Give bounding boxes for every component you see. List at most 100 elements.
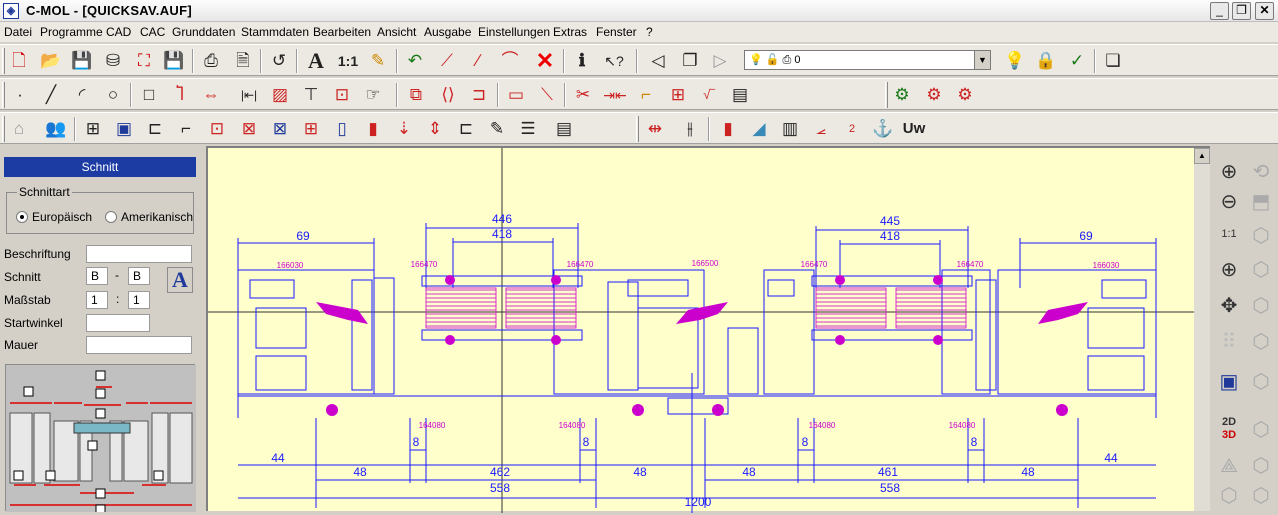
- fillet-icon[interactable]: ⌐: [634, 83, 658, 107]
- windows-cascade-icon[interactable]: ❏: [1101, 49, 1125, 73]
- menu-fenster[interactable]: Fenster: [596, 25, 637, 39]
- people-icon[interactable]: 👥: [44, 117, 68, 141]
- cube-3d-icon[interactable]: ⬡: [1215, 482, 1243, 510]
- cube-view-4-icon[interactable]: ⬡: [1247, 328, 1275, 356]
- table-icon[interactable]: ▤: [552, 117, 576, 141]
- frame-icon[interactable]: ▭: [504, 83, 528, 107]
- profile-insert-icon[interactable]: ⊤: [299, 83, 323, 107]
- vertical-dim-icon[interactable]: ⇕: [423, 117, 447, 141]
- mauer-input[interactable]: [86, 336, 192, 354]
- window-tilt-icon[interactable]: ⊡: [205, 117, 229, 141]
- close-button[interactable]: ✕: [1255, 2, 1274, 20]
- cube-view-8-icon[interactable]: ⬡: [1247, 482, 1275, 510]
- undo-arrow-icon[interactable]: ↺: [267, 49, 291, 73]
- cube-view-2-icon[interactable]: ⬡: [1247, 256, 1275, 284]
- new-file-icon[interactable]: 🗋: [7, 49, 31, 73]
- edit-pencil-icon[interactable]: ✎: [366, 49, 390, 73]
- view-front-icon[interactable]: ⬒: [1247, 188, 1275, 216]
- arc-draw-icon[interactable]: ◜: [70, 83, 94, 107]
- cube-view-3-icon[interactable]: ⬡: [1247, 292, 1275, 320]
- database-icon[interactable]: ⛁: [101, 49, 125, 73]
- section-preview[interactable]: [5, 364, 196, 515]
- circle-icon[interactable]: ○: [101, 83, 125, 107]
- save-query-icon[interactable]: 💾: [162, 49, 186, 73]
- red-panel-icon[interactable]: ▮: [716, 117, 740, 141]
- dimension-horizontal-icon[interactable]: ⇔: [199, 83, 223, 107]
- home-icon[interactable]: ⌂: [7, 117, 31, 141]
- door-icon[interactable]: ▯: [330, 117, 354, 141]
- menu-cad[interactable]: CAD: [106, 25, 131, 39]
- zoom-out-icon[interactable]: ⊖: [1215, 188, 1243, 216]
- delete-icon[interactable]: ✕: [533, 49, 557, 73]
- window-frame-icon[interactable]: ⊠: [237, 117, 261, 141]
- massstab-b-input[interactable]: 1: [128, 291, 150, 309]
- menu-ausgabe[interactable]: Ausgabe: [424, 25, 471, 39]
- layer-dropdown[interactable]: 💡 🔓 ⎙ 0 ▼: [744, 50, 991, 70]
- screw-green-icon[interactable]: ⚙: [890, 83, 914, 107]
- beschriftung-input[interactable]: [86, 245, 192, 263]
- scroll-up-icon[interactable]: ▲: [1194, 148, 1210, 164]
- menu-programme[interactable]: Programme: [40, 25, 103, 39]
- open-folder-icon[interactable]: 📂: [39, 49, 63, 73]
- line-red-icon[interactable]: ⟋: [435, 49, 459, 73]
- text-tool-icon[interactable]: A: [304, 49, 328, 73]
- open-query-icon[interactable]: ⛶: [132, 49, 156, 73]
- profile-corner-icon[interactable]: ⌐: [174, 117, 198, 141]
- zoom-1to1-icon[interactable]: 1:1: [1215, 220, 1243, 248]
- select-frame-icon[interactable]: ⊡: [330, 83, 354, 107]
- layer-lock-icon[interactable]: 🔒: [1034, 49, 1058, 73]
- line-trim-icon[interactable]: ∕: [466, 49, 490, 73]
- uw-calc-button[interactable]: Uw: [902, 117, 926, 141]
- arrow-down-profile-icon[interactable]: ⇣: [392, 117, 416, 141]
- layer-visibility-icon[interactable]: 💡: [1003, 49, 1027, 73]
- zoom-in-icon[interactable]: ⊕: [1215, 158, 1243, 186]
- cmol-app-icon[interactable]: ◈: [3, 3, 19, 19]
- minimize-button[interactable]: _: [1210, 2, 1229, 20]
- rotate-3d-icon[interactable]: ⟲: [1247, 158, 1275, 186]
- bracket-icon[interactable]: ⊐: [467, 83, 491, 107]
- monitor-view-icon[interactable]: ▣: [1215, 368, 1243, 396]
- scale-1to1-button[interactable]: 1:1: [336, 49, 360, 73]
- text-style-button[interactable]: A: [167, 267, 193, 293]
- list-lines-icon[interactable]: ☰: [516, 117, 540, 141]
- help-context-icon[interactable]: ↖?: [602, 49, 626, 73]
- menu-extras[interactable]: Extras: [553, 25, 587, 39]
- extend-icon[interactable]: ⇥⇤: [603, 83, 627, 107]
- cut-scissors-icon[interactable]: ✂: [571, 83, 595, 107]
- menu-help[interactable]: ?: [646, 25, 653, 39]
- arc-icon[interactable]: ⌒: [498, 49, 522, 73]
- view-2d-3d-button[interactable]: 2D 3D: [1215, 416, 1243, 444]
- menu-ansicht[interactable]: Ansicht: [377, 25, 416, 39]
- startwinkel-input[interactable]: [86, 314, 150, 332]
- cube-view-7-icon[interactable]: ⬡: [1247, 452, 1275, 480]
- cube-view-6-icon[interactable]: ⬡: [1247, 416, 1275, 444]
- schnitt-to-input[interactable]: B: [128, 267, 150, 285]
- menu-cac[interactable]: CAC: [140, 25, 165, 39]
- window-mullion-icon[interactable]: ⊞: [299, 117, 323, 141]
- next-icon[interactable]: ▷: [708, 49, 732, 73]
- radio-amerikanisch[interactable]: [105, 211, 117, 223]
- rectangle-icon[interactable]: □: [137, 83, 161, 107]
- screw-red-icon[interactable]: ⚙: [922, 83, 946, 107]
- hatch-icon[interactable]: ▨: [268, 83, 292, 107]
- profile-section-icon[interactable]: ⊏: [454, 117, 478, 141]
- profile-step-icon[interactable]: ⊏: [143, 117, 167, 141]
- zoom-window-icon[interactable]: ⊕: [1215, 256, 1243, 284]
- pick-hand-icon[interactable]: ☞: [361, 83, 385, 107]
- restore-button[interactable]: ❐: [1232, 2, 1251, 20]
- grid-dots-icon[interactable]: ⠿: [1215, 328, 1243, 356]
- mirror-icon[interactable]: ⟨⟩: [436, 83, 460, 107]
- chevron-down-icon[interactable]: ▼: [974, 51, 990, 69]
- anchor-icon[interactable]: ⚓: [871, 117, 895, 141]
- angle-icon[interactable]: ⦟: [809, 117, 833, 141]
- schnitt-from-input[interactable]: B: [86, 267, 108, 285]
- insert-profile-icon[interactable]: ⊞: [666, 83, 690, 107]
- info-icon[interactable]: ℹ: [570, 49, 594, 73]
- menu-bearbeiten[interactable]: Bearbeiten: [313, 25, 371, 39]
- screw-delete-icon[interactable]: ⚙: [953, 83, 977, 107]
- corner-icon[interactable]: Ⴈ: [168, 83, 192, 107]
- menu-datei[interactable]: Datei: [4, 25, 32, 39]
- window-sash-icon[interactable]: ▣: [112, 117, 136, 141]
- pencil-edit-icon[interactable]: ✎: [485, 117, 509, 141]
- line-icon[interactable]: ╱: [39, 83, 63, 107]
